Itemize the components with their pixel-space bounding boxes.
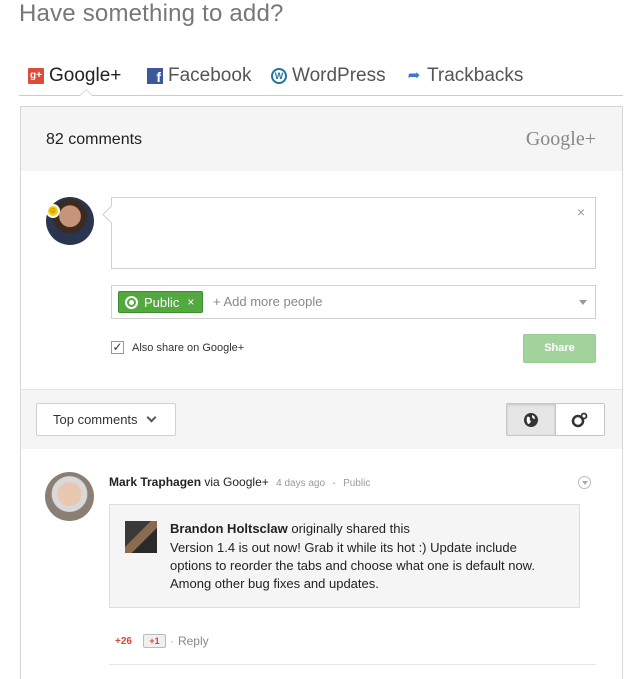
reshare-text: Version 1.4 is out now! Grab it while it… — [170, 540, 535, 591]
meta-separator: - — [332, 478, 336, 489]
view-toggle — [506, 403, 605, 436]
reshared-post: Brandon Holtsclaw originally shared this… — [109, 504, 580, 608]
page-heading: Have something to add? — [19, 0, 284, 27]
tab-label: Facebook — [168, 65, 252, 86]
comment-actions: +26 +1 · Reply — [115, 634, 209, 648]
remove-chip-icon[interactable]: × — [187, 295, 194, 309]
tab-trackbacks[interactable]: ➦ Trackbacks — [406, 62, 524, 90]
google-plus-logo: Google+ — [525, 128, 596, 150]
tab-wordpress[interactable]: W WordPress — [271, 62, 386, 90]
reshare-action: originally shared this — [291, 521, 410, 536]
wordpress-icon: W — [271, 68, 287, 84]
panel-header: 82 comments Google+ — [21, 107, 622, 171]
facebook-icon: f — [147, 68, 163, 84]
comment-divider — [109, 664, 596, 665]
author-avatar[interactable] — [45, 472, 94, 521]
compose-box: ☺ × Public × + Add more people ✓ Also sh… — [21, 171, 622, 389]
clear-icon[interactable]: × — [577, 204, 585, 220]
share-button[interactable]: Share — [523, 334, 596, 363]
plus-count: +26 — [115, 635, 132, 647]
comments-panel: 82 comments Google+ ☺ × Public × + Add m… — [20, 106, 623, 679]
google-plus-icon: g+ — [28, 68, 44, 84]
plus-one-button[interactable]: +1 — [142, 634, 166, 648]
trackbacks-icon: ➦ — [407, 67, 421, 84]
active-tab-caret — [79, 89, 93, 96]
notification-badge-icon: ☺ — [46, 204, 60, 218]
comment-item: Mark Traphagen via Google+ 4 days ago - … — [21, 449, 622, 679]
add-people-placeholder[interactable]: + Add more people — [213, 294, 323, 309]
chevron-down-icon — [146, 412, 156, 423]
tab-label: Google+ — [49, 65, 122, 86]
original-author-name[interactable]: Brandon Holtsclaw — [170, 521, 288, 536]
tab-label: Trackbacks — [427, 65, 524, 86]
tab-google-plus[interactable]: g+ Google+ — [28, 62, 121, 90]
action-separator: · — [169, 634, 174, 648]
share-audience-field[interactable]: Public × + Add more people — [111, 285, 596, 319]
comment-input[interactable]: × — [111, 197, 596, 269]
public-audience-chip[interactable]: Public × — [118, 291, 204, 313]
chip-label: Public — [144, 294, 180, 310]
original-author-avatar[interactable] — [125, 521, 157, 553]
circles-view-button[interactable] — [556, 404, 604, 435]
sort-label: Top comments — [53, 412, 138, 427]
author-name[interactable]: Mark Traphagen — [109, 475, 201, 489]
also-share-checkbox[interactable]: ✓ — [111, 341, 124, 354]
public-view-button[interactable] — [507, 404, 556, 435]
timestamp[interactable]: 4 days ago — [276, 478, 325, 489]
also-share-option[interactable]: ✓ Also share on Google+ — [111, 341, 244, 354]
also-share-label: Also share on Google+ — [132, 341, 245, 354]
reply-link[interactable]: Reply — [178, 634, 209, 648]
sort-dropdown[interactable]: Top comments — [36, 403, 176, 436]
visibility-label: Public — [343, 478, 371, 489]
tab-facebook[interactable]: f Facebook — [147, 62, 251, 90]
globe-icon — [524, 412, 538, 427]
circles-icon — [571, 412, 588, 427]
comment-menu-icon[interactable] — [578, 476, 591, 489]
sort-bar: Top comments — [21, 389, 622, 449]
via-text: via Google+ — [204, 475, 269, 489]
comment-source-tabs: g+ Google+ f Facebook W WordPress ➦ Trac… — [19, 62, 623, 96]
globe-icon — [125, 295, 138, 309]
comment-byline: Mark Traphagen via Google+ 4 days ago - … — [109, 475, 370, 489]
comment-count: 82 comments — [46, 131, 143, 148]
tab-label: WordPress — [292, 65, 386, 86]
reshare-byline: Brandon Holtsclaw originally shared this — [170, 521, 410, 536]
dropdown-arrow-icon[interactable] — [579, 300, 587, 305]
